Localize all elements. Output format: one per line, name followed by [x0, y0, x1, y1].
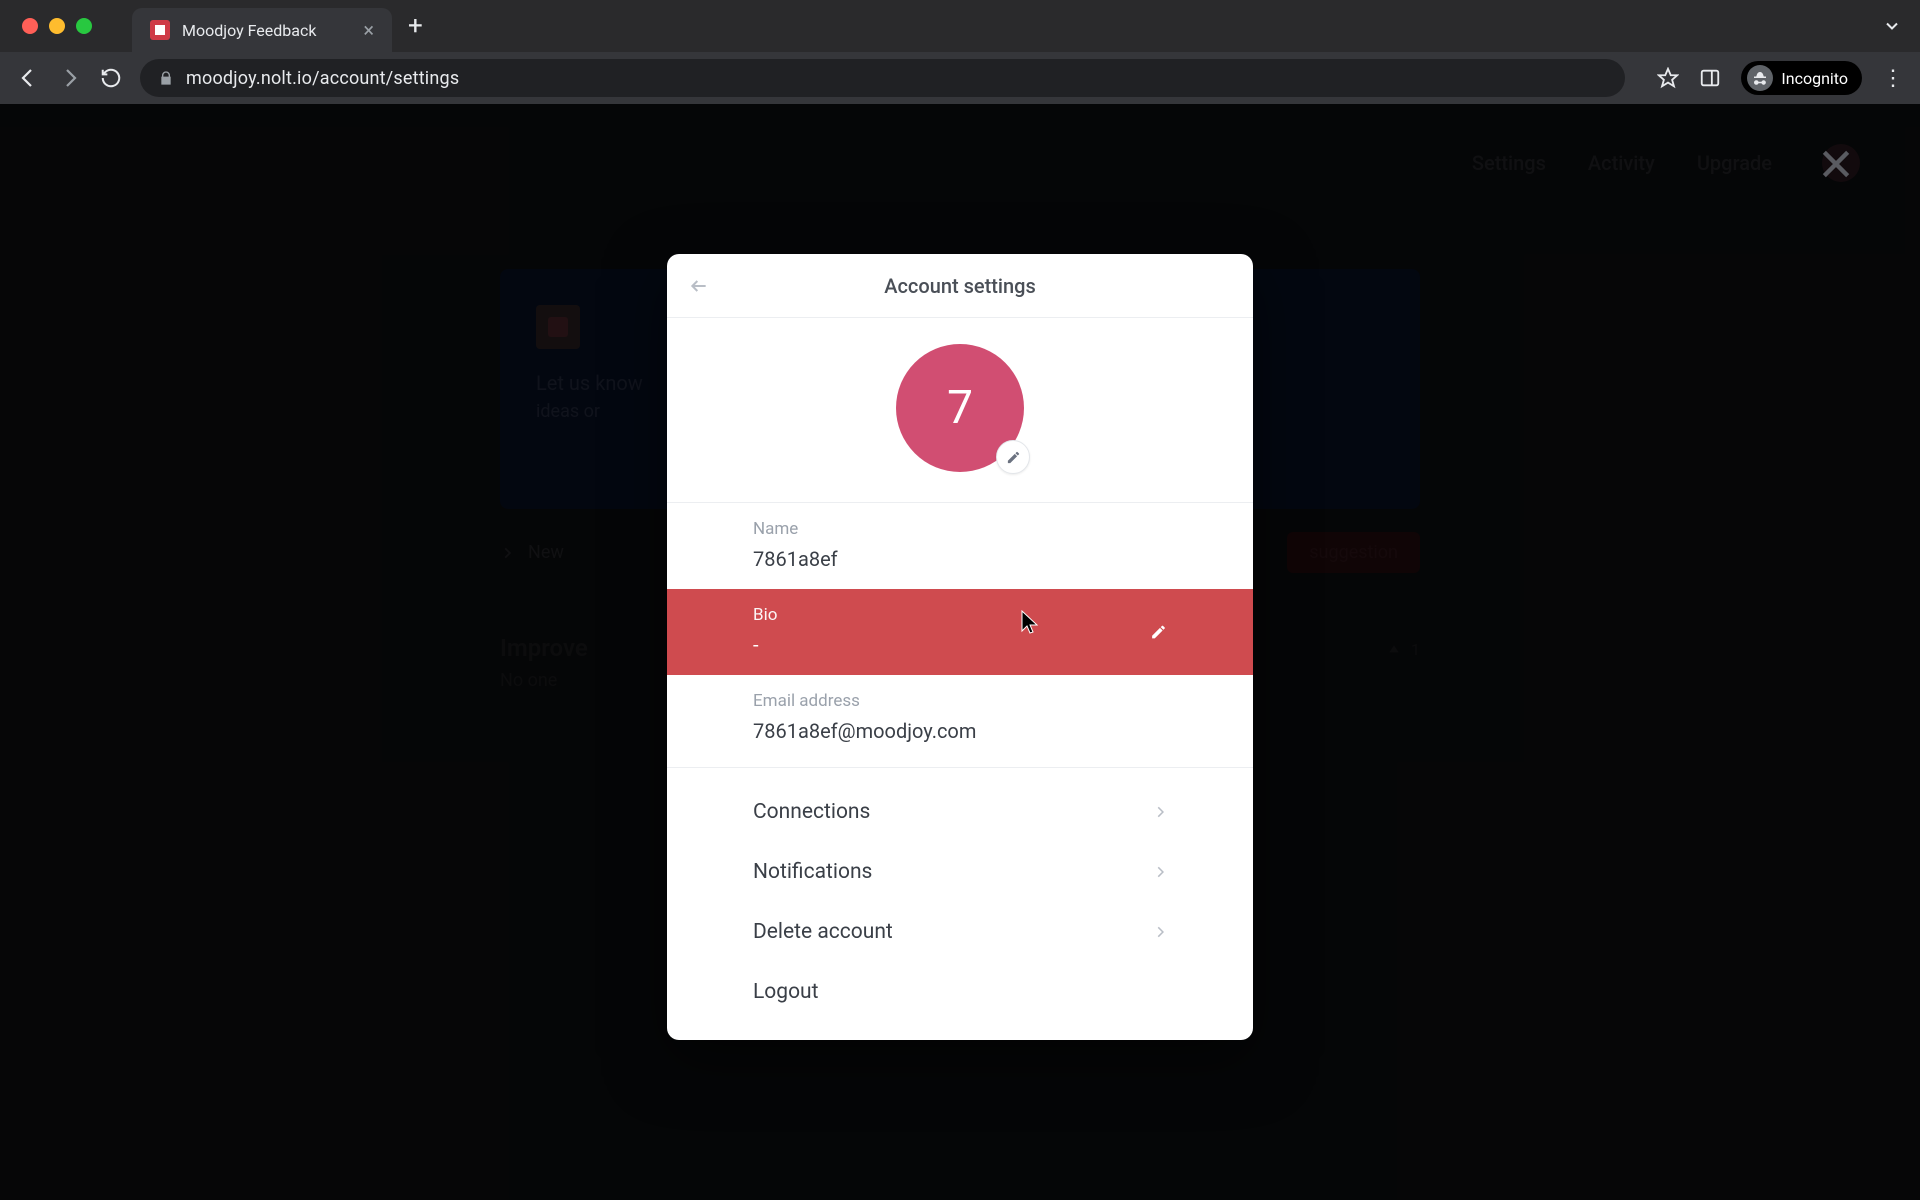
field-name-value: 7861a8ef: [753, 547, 1167, 571]
field-email[interactable]: Email address 7861a8ef@moodjoy.com: [667, 675, 1253, 761]
pencil-icon: [1150, 624, 1167, 641]
field-email-value: 7861a8ef@moodjoy.com: [753, 719, 1167, 743]
field-email-label: Email address: [753, 691, 1167, 711]
avatar[interactable]: 7: [896, 344, 1024, 472]
nav-back-icon[interactable]: [16, 66, 40, 90]
tabs-overflow-icon[interactable]: [1882, 16, 1902, 36]
incognito-label: Incognito: [1781, 69, 1848, 88]
tab-close-icon[interactable]: ×: [363, 20, 374, 40]
menu-notifications[interactable]: Notifications: [667, 842, 1253, 902]
tab-favicon: [150, 20, 170, 40]
field-bio-label: Bio: [753, 605, 1167, 625]
avatar-initial: 7: [947, 381, 973, 435]
menu-logout-label: Logout: [753, 980, 819, 1004]
modal-menu: Connections Notifications Delete account…: [667, 768, 1253, 1040]
pencil-icon: [1006, 450, 1021, 465]
field-name[interactable]: Name 7861a8ef: [667, 503, 1253, 589]
avatar-section: 7: [667, 318, 1253, 503]
field-name-label: Name: [753, 519, 1167, 539]
chevron-right-icon: [1153, 805, 1167, 819]
window-close-button[interactable]: [22, 18, 38, 34]
nav-reload-icon[interactable]: [100, 67, 122, 89]
avatar-edit-button[interactable]: [996, 440, 1030, 474]
incognito-indicator[interactable]: Incognito: [1741, 61, 1862, 95]
menu-notifications-label: Notifications: [753, 860, 872, 884]
address-bar-url: moodjoy.nolt.io/account/settings: [186, 68, 459, 89]
page-close-icon[interactable]: [1816, 144, 1856, 184]
page-viewport: Settings Activity Upgrade Let us know id…: [0, 104, 1920, 1200]
window-minimize-button[interactable]: [49, 18, 65, 34]
chevron-right-icon: [1153, 865, 1167, 879]
field-bio-value: -: [753, 633, 1167, 657]
incognito-icon: [1747, 65, 1773, 91]
tab-title: Moodjoy Feedback: [182, 21, 351, 40]
account-settings-modal: Account settings 7 Name 7861a8ef Bio - E…: [667, 254, 1253, 1040]
lock-icon: [158, 70, 174, 86]
menu-connections-label: Connections: [753, 800, 870, 824]
bookmark-star-icon[interactable]: [1657, 67, 1679, 89]
traffic-lights: [0, 18, 92, 34]
menu-logout[interactable]: Logout: [667, 962, 1253, 1022]
browser-menu-icon[interactable]: ⋮: [1882, 66, 1904, 91]
modal-back-icon[interactable]: [689, 276, 709, 296]
new-tab-button[interactable]: +: [408, 13, 423, 39]
side-panel-icon[interactable]: [1699, 67, 1721, 89]
field-bio-edit-icon[interactable]: [1150, 624, 1167, 641]
menu-delete-account[interactable]: Delete account: [667, 902, 1253, 962]
address-bar[interactable]: moodjoy.nolt.io/account/settings: [140, 59, 1625, 97]
modal-header: Account settings: [667, 254, 1253, 318]
window-zoom-button[interactable]: [76, 18, 92, 34]
menu-connections[interactable]: Connections: [667, 782, 1253, 842]
browser-toolbar: moodjoy.nolt.io/account/settings Incogni…: [0, 52, 1920, 104]
window-titlebar: Moodjoy Feedback × +: [0, 0, 1920, 52]
nav-forward-icon: [58, 66, 82, 90]
chevron-right-icon: [1153, 925, 1167, 939]
browser-tab[interactable]: Moodjoy Feedback ×: [132, 8, 392, 52]
field-bio[interactable]: Bio -: [667, 589, 1253, 675]
modal-title: Account settings: [884, 274, 1036, 298]
menu-delete-account-label: Delete account: [753, 920, 893, 944]
